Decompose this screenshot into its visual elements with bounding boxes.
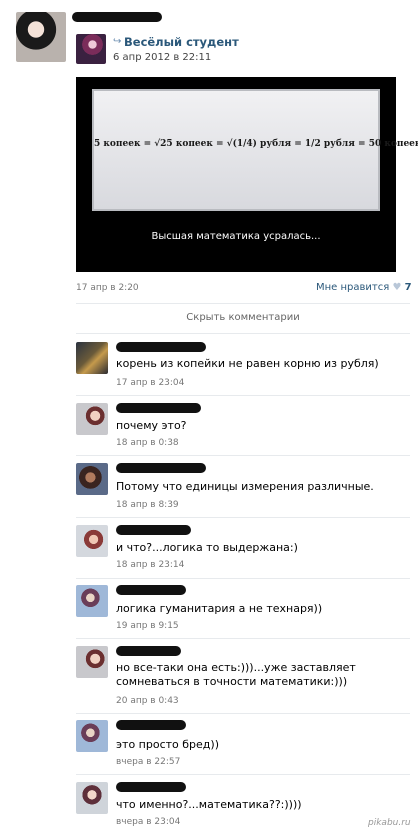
- comment-time[interactable]: 18 апр в 8:39: [116, 500, 179, 510]
- like-count: 7: [404, 282, 412, 293]
- poster-name-redacted: [72, 12, 162, 22]
- comment-time[interactable]: 18 апр в 0:38: [116, 438, 179, 448]
- commenter-name-redacted: [116, 720, 186, 730]
- group-name[interactable]: Весёлый студент: [124, 35, 239, 49]
- comment-time[interactable]: 19 апр в 9:15: [116, 621, 179, 631]
- group-post-date: 6 апр 2012 в 22:11: [113, 52, 212, 63]
- comment-avatar[interactable]: [76, 782, 108, 814]
- formula-card: 5 копеек = √25 копеек = √(1/4) рубля = 1…: [92, 89, 418, 211]
- commenter-name-redacted: [116, 342, 206, 352]
- watermark: pikabu.ru: [368, 818, 411, 828]
- hide-comments-button[interactable]: Скрыть комментарии: [76, 312, 410, 323]
- comment-avatar[interactable]: [76, 585, 108, 617]
- comment-time[interactable]: 17 апр в 23:04: [116, 378, 184, 388]
- comment-text: но все-таки она есть:)))...уже заставляе…: [116, 661, 356, 688]
- like-button[interactable]: Мне нравится ♥ 7: [316, 282, 412, 293]
- divider: [76, 713, 410, 714]
- divider: [76, 774, 410, 775]
- like-label: Мне нравится: [316, 282, 390, 293]
- share-date[interactable]: 17 апр в 2:20: [76, 283, 139, 293]
- comment-text: логика гуманитария а не технаря)): [116, 602, 323, 615]
- comment-text: Потому что единицы измерения различные.: [116, 480, 374, 493]
- poster-avatar[interactable]: [16, 12, 66, 62]
- post-image[interactable]: 5 копеек = √25 копеек = √(1/4) рубля = 1…: [76, 77, 418, 272]
- divider: [76, 517, 410, 518]
- comment-text: что именно?...математика??:)))): [116, 798, 302, 811]
- commenter-name-redacted: [116, 585, 186, 595]
- comment-text: и что?...логика то выдержана:): [116, 541, 298, 554]
- commenter-name-redacted: [116, 782, 186, 792]
- comment-text: корень из копейки не равен корню из рубл…: [116, 357, 379, 370]
- comment-avatar[interactable]: [76, 342, 108, 374]
- divider: [76, 333, 410, 334]
- comment-text: это просто бред)): [116, 738, 219, 751]
- commenter-name-redacted: [116, 403, 201, 413]
- divider: [76, 638, 410, 639]
- divider: [76, 303, 410, 304]
- commenter-name-redacted: [116, 646, 181, 656]
- comment-avatar[interactable]: [76, 646, 108, 678]
- divider: [76, 395, 410, 396]
- comment-text: почему это?: [116, 419, 187, 432]
- divider: [76, 455, 410, 456]
- heart-icon: ♥: [392, 282, 402, 293]
- commenter-name-redacted: [116, 463, 206, 473]
- comment-avatar[interactable]: [76, 525, 108, 557]
- comment-avatar[interactable]: [76, 463, 108, 495]
- group-avatar[interactable]: [76, 34, 106, 64]
- repost-icon: ↪: [113, 36, 122, 47]
- comment-time[interactable]: 18 апр в 23:14: [116, 560, 184, 570]
- image-caption: Высшая математика усралась...: [151, 231, 321, 242]
- formula-text: 5 копеек = √25 копеек = √(1/4) рубля = 1…: [94, 139, 418, 149]
- divider: [76, 578, 410, 579]
- comment-time[interactable]: 20 апр в 0:43: [116, 696, 179, 706]
- comment-avatar[interactable]: [76, 720, 108, 752]
- comment-avatar[interactable]: [76, 403, 108, 435]
- comment-time[interactable]: вчера в 23:04: [116, 817, 180, 827]
- commenter-name-redacted: [116, 525, 191, 535]
- comment-time[interactable]: вчера в 22:57: [116, 757, 180, 767]
